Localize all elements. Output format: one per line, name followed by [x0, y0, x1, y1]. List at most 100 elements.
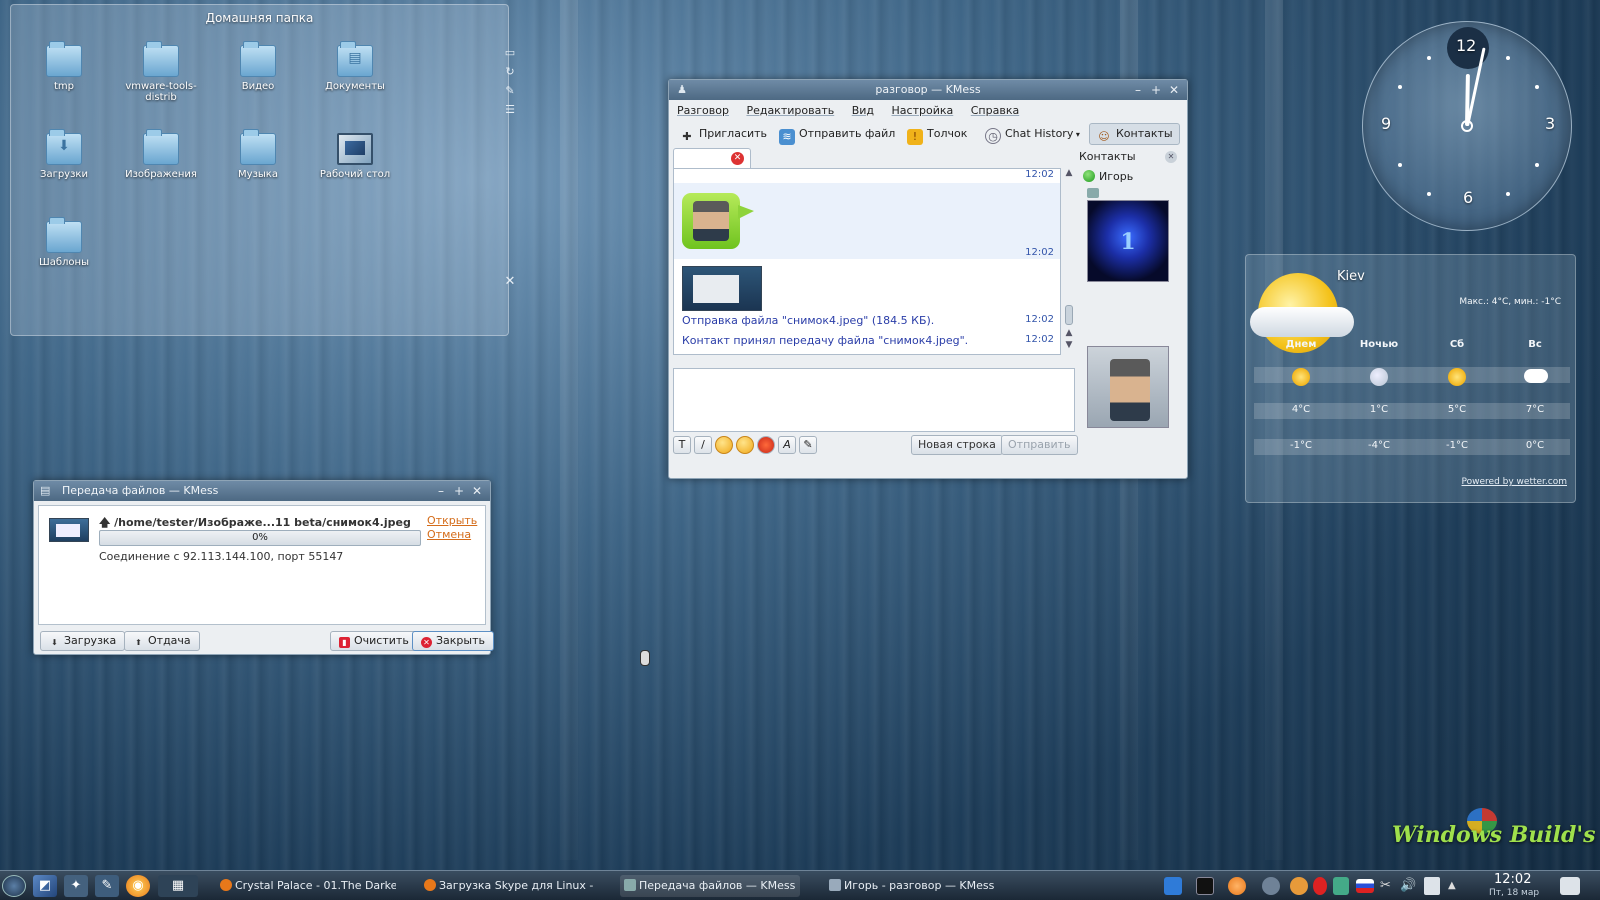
minimize-icon[interactable]: –	[1129, 80, 1147, 100]
new-line-button[interactable]: Новая строка	[911, 435, 1003, 455]
taskbar-clock-date[interactable]: Пт, 18 мар	[1489, 888, 1539, 898]
folder-icon-music[interactable]: Музыка	[213, 129, 303, 180]
media-player-icon[interactable]: ◉	[126, 875, 150, 897]
nudge-button[interactable]: ! Толчок	[907, 124, 967, 145]
remove-widget-icon[interactable]: ✕	[503, 274, 517, 289]
maximize-icon[interactable]: +	[1147, 80, 1165, 100]
downloads-label: Загрузка	[64, 634, 117, 647]
transfer-window-titlebar[interactable]: ▤ Передача файлов — KMess – + ✕	[34, 481, 490, 501]
task-chat[interactable]: Игорь - разговор — KMess	[825, 875, 1005, 897]
folder-icon-templates[interactable]: Шаблоны	[19, 217, 109, 268]
close-tab-icon[interactable]: ✕	[731, 152, 744, 165]
contact-item[interactable]: Игорь	[1083, 170, 1133, 184]
folder-icon-desktop[interactable]: Рабочий стол	[310, 133, 400, 180]
rotate-widget-icon[interactable]: ↻	[503, 65, 517, 84]
own-display-picture[interactable]	[1087, 346, 1169, 428]
invite-button[interactable]: ✚ Пригласить	[679, 124, 767, 144]
chat-window-titlebar[interactable]: ♟ разговор — KMess – + ✕	[669, 80, 1187, 100]
contact-info-icon[interactable]	[1087, 188, 1099, 198]
close-button[interactable]: ✕ Закрыть	[412, 631, 494, 651]
clear-button[interactable]: ▮ Очистить	[330, 631, 418, 651]
forecast-high: 7°C	[1525, 404, 1545, 415]
settings-wrench-icon[interactable]: ✎	[503, 84, 517, 103]
firefox-tray-icon[interactable]	[1228, 877, 1246, 895]
scroll-down-icon[interactable]: ▼	[1062, 340, 1076, 350]
emoticon-alt-icon[interactable]	[736, 436, 754, 454]
color-icon[interactable]: ✎	[799, 436, 817, 454]
open-link[interactable]: Открыть	[427, 514, 477, 527]
format-toolbar: T / A ✎	[673, 436, 820, 456]
task-file-transfer[interactable]: Передача файлов — KMess	[620, 875, 800, 897]
message-input[interactable]	[673, 368, 1075, 432]
weather-widget: Kiev Макс.: 4°C, мин.: -1°C Днем Ночью С…	[1245, 254, 1576, 503]
folder-icon-downloads[interactable]: ⬇ Загрузки	[19, 129, 109, 180]
system-settings-icon[interactable]: ✦	[64, 875, 88, 897]
folder-label: Музыка	[238, 169, 278, 180]
send-button[interactable]: Отправить	[1001, 435, 1078, 455]
taskbar-clock-time[interactable]: 12:02	[1494, 872, 1531, 887]
menu-help[interactable]: Справка	[971, 104, 1019, 117]
contacts-label: Контакты	[1116, 127, 1173, 140]
menu-settings[interactable]: Настройка	[892, 104, 954, 117]
emoticon-icon[interactable]	[715, 436, 733, 454]
start-menu-icon[interactable]	[2, 875, 26, 897]
chevron-up-icon[interactable]: ▲	[1448, 877, 1460, 895]
maximize-widget-icon[interactable]: ▭	[503, 46, 517, 65]
folder-icon-documents[interactable]: ▤ Документы	[310, 41, 400, 92]
cashew-panel-icon[interactable]	[1560, 877, 1580, 895]
menu-conversation[interactable]: Разговор	[677, 104, 729, 117]
folder-icon-tmp[interactable]: tmp	[19, 41, 109, 92]
folder-icon-vmware-tools-distrib[interactable]: vmware-tools-distrib	[116, 41, 206, 103]
keyboard-layout-flag-icon[interactable]	[1356, 879, 1374, 893]
weather-provider-link[interactable]: Powered by wetter.com	[1462, 477, 1567, 487]
uploads-tab-button[interactable]: ⬆ Отдача	[124, 631, 200, 651]
scroll-up-icon[interactable]: ▲	[1062, 328, 1076, 338]
task-skype-download[interactable]: Загрузка Skype для Linux - M	[420, 875, 595, 897]
chat-tab[interactable]: ✕	[673, 148, 751, 168]
font-icon[interactable]: A	[778, 436, 796, 454]
chat-window: ♟ разговор — KMess – + ✕ Разговор Редактир…	[668, 79, 1188, 479]
show-desktop-icon[interactable]: ◩	[33, 875, 57, 897]
file-thumbnail[interactable]	[682, 266, 762, 311]
cancel-link[interactable]: Отмена	[427, 528, 471, 541]
device-notifier-icon[interactable]	[1424, 877, 1440, 895]
scrollbar-thumb[interactable]	[1065, 305, 1073, 325]
send-file-button[interactable]: ≋ Отправить файл	[779, 124, 895, 145]
kmess-tray-icon[interactable]	[1290, 877, 1308, 895]
close-icon[interactable]: ✕	[468, 481, 486, 501]
text-format-icon[interactable]: T	[673, 436, 691, 454]
close-icon[interactable]: ✕	[1165, 80, 1183, 100]
forecast-high: 4°C	[1291, 404, 1311, 415]
ink-pen-icon[interactable]: /	[694, 436, 712, 454]
wink-icon[interactable]	[757, 436, 775, 454]
usb-icon[interactable]	[1262, 877, 1280, 895]
task-crystal-palace[interactable]: Crystal Palace - 01.The Darke	[216, 875, 396, 897]
contact-name: Игорь	[1099, 170, 1134, 183]
folder-icon-video[interactable]: Видео	[213, 41, 303, 92]
update-notifier-icon[interactable]	[1313, 877, 1327, 895]
chat-history-button[interactable]: ◷ Chat History ▾	[985, 124, 1080, 144]
more-widget-icon[interactable]: ☰	[503, 103, 517, 122]
scissors-icon[interactable]: ✂	[1380, 877, 1394, 895]
folder-view-title: Домашняя папка	[205, 11, 314, 25]
clipboard-icon[interactable]	[1333, 877, 1349, 895]
terminal-icon[interactable]	[1196, 877, 1214, 895]
tools-wrench-icon[interactable]: ✎	[95, 875, 119, 897]
desktop-icon	[337, 133, 373, 165]
folder-icon-pictures[interactable]: Изображения	[116, 129, 206, 180]
chat-log-scrollbar[interactable]: ▲ ▲ ▼	[1062, 168, 1076, 355]
volume-icon[interactable]: 🔊	[1400, 877, 1416, 895]
menu-edit[interactable]: Редактировать	[746, 104, 834, 117]
folder-label: Видео	[241, 81, 275, 92]
minimize-icon[interactable]: –	[432, 481, 450, 501]
downloads-tab-button[interactable]: ⬇ Загрузка	[40, 631, 126, 651]
maximize-icon[interactable]: +	[450, 481, 468, 501]
menu-view[interactable]: Вид	[852, 104, 874, 117]
folder-icon	[46, 217, 82, 253]
document-icon: ▤	[348, 50, 362, 66]
scroll-up-icon[interactable]: ▲	[1062, 168, 1076, 178]
contacts-toggle-button[interactable]: ☺ Контакты	[1089, 123, 1180, 145]
close-panel-icon[interactable]: ✕	[1165, 151, 1177, 163]
pager-icon[interactable]: ▦	[158, 875, 198, 897]
network-monitor-icon[interactable]	[1164, 877, 1182, 895]
